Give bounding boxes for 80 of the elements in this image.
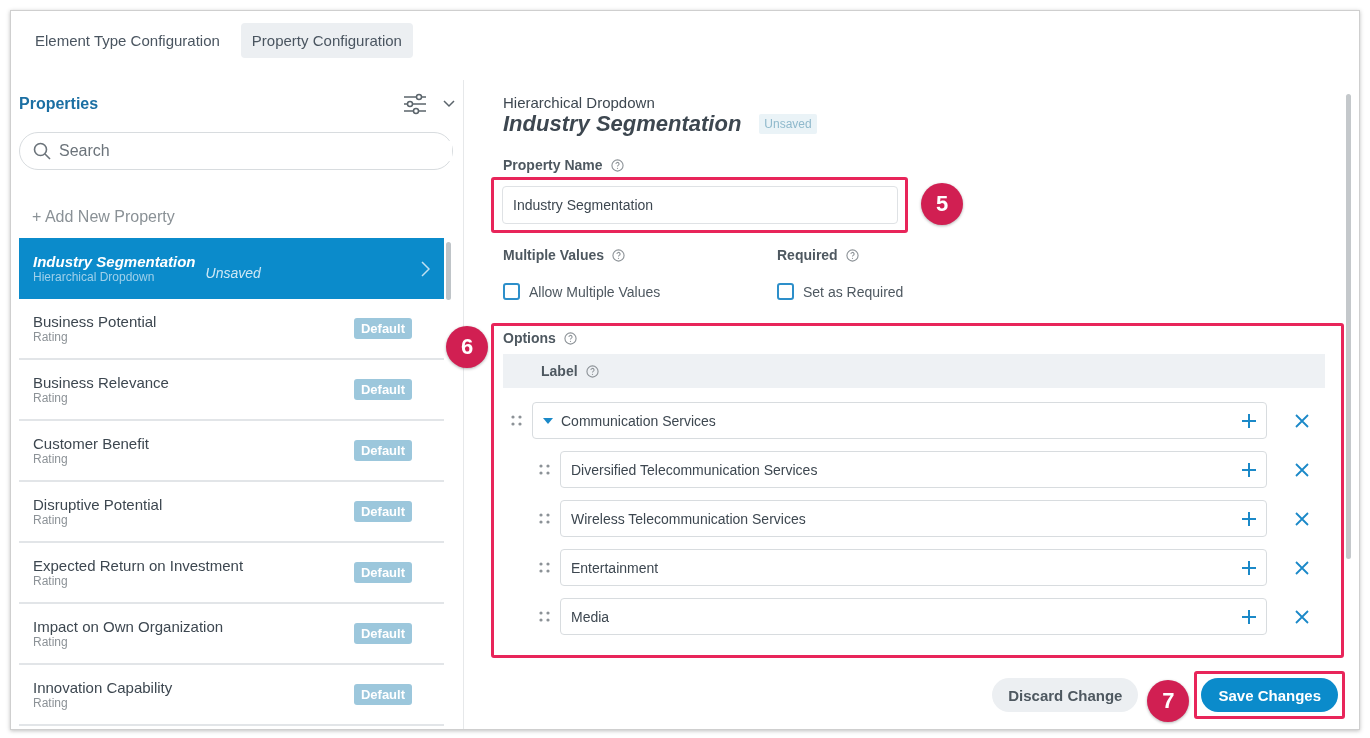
default-tag: Default — [353, 440, 412, 461]
field-label: Property Name — [503, 157, 603, 173]
option-label: Wireless Telecommunication Services — [571, 510, 807, 527]
save-button[interactable]: Save Changes — [1201, 678, 1338, 712]
drag-handle-icon[interactable] — [539, 464, 550, 475]
help-icon — [612, 248, 626, 262]
property-name: Expected Return on Investment — [33, 557, 244, 574]
step-badge: 7 — [1147, 680, 1190, 722]
checkbox-option[interactable]: Set as Required — [777, 283, 1359, 300]
step-badge: 5 — [921, 183, 963, 225]
delete-button[interactable] — [1295, 560, 1309, 575]
unsaved-label: Unsaved — [205, 264, 262, 281]
chevron-right-icon — [421, 260, 430, 277]
delete-button[interactable] — [1295, 609, 1309, 624]
field-label: Required — [777, 247, 838, 263]
option-field[interactable]: Media — [560, 598, 1267, 635]
discard-button[interactable]: Discard Change — [992, 678, 1139, 712]
property-name: Impact on Own Organization — [33, 618, 224, 635]
default-tag: Default — [353, 318, 412, 339]
drag-handle-icon[interactable] — [511, 415, 522, 426]
add-child-button[interactable] — [1242, 609, 1256, 624]
add-child-button[interactable] — [1242, 511, 1256, 526]
property-name: Business Potential — [33, 313, 157, 330]
property-type: Rating — [33, 696, 69, 710]
property-type: Rating — [33, 513, 69, 527]
add-child-button[interactable] — [1242, 462, 1256, 477]
field-label: Options — [503, 330, 556, 346]
property-type: Hierarchical Dropdown — [33, 270, 156, 284]
option-label: Media — [571, 608, 611, 625]
drag-handle-icon[interactable] — [539, 562, 550, 573]
property-name: Customer Benefit — [33, 435, 149, 452]
checkbox-option[interactable]: Allow Multiple Values — [503, 283, 777, 300]
chevron-down-icon[interactable] — [443, 100, 455, 108]
filter-sliders-icon[interactable] — [403, 93, 427, 115]
column-header: Label — [503, 354, 1325, 388]
unsaved-tag: Unsaved — [759, 114, 817, 134]
option-label: Diversified Telecommunication Services — [571, 461, 819, 478]
tab[interactable]: Element Type Configuration — [24, 23, 231, 58]
delete-button[interactable] — [1295, 511, 1309, 526]
checkbox[interactable] — [503, 283, 520, 300]
property-name: Business Relevance — [33, 374, 169, 391]
property-name: Disruptive Potential — [33, 496, 163, 513]
option-field[interactable]: Entertainment — [560, 549, 1267, 586]
caret-down-icon[interactable] — [543, 416, 553, 425]
property-type: Rating — [33, 574, 69, 588]
help-icon — [563, 331, 577, 345]
add-child-button[interactable] — [1242, 560, 1256, 575]
default-tag: Default — [353, 562, 412, 583]
tab[interactable]: Property Configuration — [240, 23, 413, 58]
property-type: Rating — [33, 452, 69, 466]
search-icon — [33, 142, 51, 160]
add-child-button[interactable] — [1242, 413, 1256, 428]
option-field[interactable]: Wireless Telecommunication Services — [560, 500, 1267, 537]
property-type-heading: Hierarchical Dropdown — [503, 94, 656, 111]
help-icon — [585, 364, 599, 378]
drag-handle-icon[interactable] — [539, 513, 550, 524]
field-label: Multiple Values — [503, 247, 605, 263]
default-tag: Default — [353, 501, 412, 522]
property-name: Innovation Capability — [33, 679, 173, 696]
property-type: Rating — [33, 635, 69, 649]
option-label: Communication Services — [561, 412, 717, 429]
help-icon — [845, 248, 859, 262]
property-type: Rating — [33, 330, 69, 344]
option-field[interactable]: Diversified Telecommunication Services — [560, 451, 1267, 488]
panel-title: Properties — [19, 95, 100, 113]
delete-button[interactable] — [1295, 462, 1309, 477]
default-tag: Default — [353, 684, 412, 705]
default-tag: Default — [353, 379, 412, 400]
default-tag: Default — [353, 623, 412, 644]
step-badge: 6 — [446, 326, 488, 368]
property-name: Industry Segmentation — [33, 253, 196, 270]
drag-handle-icon[interactable] — [539, 611, 550, 622]
help-icon — [610, 158, 624, 172]
property-type: Rating — [33, 391, 69, 405]
delete-button[interactable] — [1295, 413, 1309, 428]
checkbox[interactable] — [777, 283, 794, 300]
option-field[interactable]: Communication Services — [532, 402, 1267, 439]
property-title: Industry Segmentation — [503, 111, 742, 137]
option-label: Entertainment — [571, 559, 660, 576]
property-name-field[interactable]: Industry Segmentation — [502, 186, 898, 224]
